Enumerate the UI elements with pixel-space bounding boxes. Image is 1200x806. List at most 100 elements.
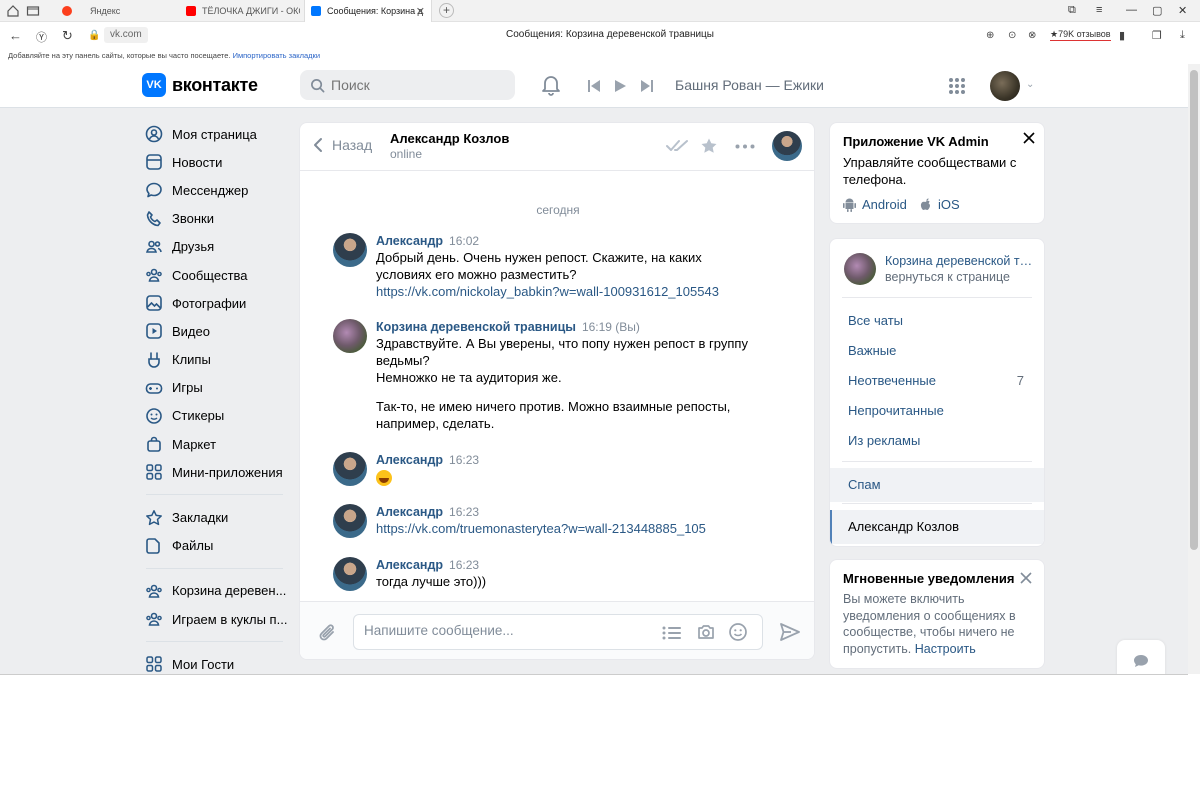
nav-calls[interactable]: Звонки [140, 205, 290, 233]
close-icon[interactable]: ✕ [416, 5, 425, 18]
message-author[interactable]: Александр [376, 505, 443, 519]
nav-files[interactable]: Файлы [140, 532, 290, 560]
vk-logo[interactable]: VK вконтакте [142, 73, 258, 97]
emoji-picker-icon[interactable] [728, 622, 748, 642]
filter-all-chats[interactable]: Все чаты [848, 313, 903, 328]
scrollbar-thumb[interactable] [1190, 70, 1198, 550]
previous-track-icon[interactable] [587, 79, 601, 93]
message-avatar[interactable] [333, 233, 367, 267]
filter-unread[interactable]: Непрочитанные [848, 403, 944, 418]
nav-video[interactable]: Видео [140, 317, 290, 345]
open-chats-button[interactable] [1117, 640, 1165, 674]
nav-clips[interactable]: Клипы [140, 346, 290, 374]
message-avatar[interactable] [333, 452, 367, 486]
nav-friends[interactable]: Друзья [140, 233, 290, 261]
message-avatar[interactable] [333, 557, 367, 591]
search-page-icon[interactable]: ⊙ [1008, 30, 1016, 41]
message-author[interactable]: Александр [376, 234, 443, 248]
pin-icon[interactable]: ⧉ [1068, 4, 1076, 17]
message-time[interactable]: 16:02 [449, 234, 479, 248]
android-link[interactable]: Android [843, 197, 907, 212]
user-avatar[interactable] [990, 71, 1020, 101]
send-icon[interactable] [779, 622, 801, 642]
nav-market[interactable]: Маркет [140, 430, 290, 458]
nav-bookmarks[interactable]: Закладки [140, 503, 290, 531]
star-icon[interactable] [700, 137, 718, 155]
tab-vk-messages[interactable]: Сообщения: Корзина д ✕ [304, 0, 432, 22]
nav-communities[interactable]: Сообщества [140, 261, 290, 289]
message-link[interactable]: https://vk.com/truemonasterytea?w=wall-2… [376, 520, 773, 537]
message-time[interactable]: 16:23 [449, 558, 479, 572]
message-avatar[interactable] [333, 504, 367, 538]
attach-icon[interactable] [318, 622, 338, 644]
services-grid-icon[interactable] [948, 77, 966, 95]
ios-link[interactable]: iOS [920, 197, 960, 212]
close-icon[interactable] [1020, 572, 1032, 584]
community-avatar[interactable] [844, 253, 876, 285]
import-bookmarks-link[interactable]: Импортировать закладки [233, 51, 320, 60]
nav-my-page[interactable]: Моя страница [140, 120, 290, 148]
nav-stickers[interactable]: Стикеры [140, 402, 290, 430]
play-icon[interactable] [614, 79, 627, 93]
message-author[interactable]: Александр [376, 453, 443, 467]
double-check-icon[interactable] [666, 139, 690, 153]
message-composer[interactable] [353, 614, 763, 650]
search-box[interactable] [300, 70, 515, 100]
tab-yandex[interactable]: Яндекс [56, 0, 174, 22]
message-link[interactable]: https://vk.com/nickolay_babkin?w=wall-10… [376, 283, 773, 300]
back-button[interactable]: Назад [312, 137, 372, 153]
next-track-icon[interactable] [640, 79, 654, 93]
extension-icon[interactable]: ⊕ [986, 30, 994, 41]
community-name[interactable]: Корзина деревенской травницы [885, 254, 1035, 268]
nav-games[interactable]: Игры [140, 374, 290, 402]
nav-community-korzina[interactable]: Корзина деревен... [140, 577, 290, 605]
nav-messenger[interactable]: Мессенджер [140, 176, 290, 204]
bell-icon[interactable] [541, 74, 561, 96]
close-icon[interactable] [1023, 132, 1035, 144]
message-avatar[interactable] [333, 319, 367, 353]
tab-youtube[interactable]: ТЁЛОЧКА ДЖИГИ - ОКСА [180, 0, 300, 22]
template-list-icon[interactable] [662, 625, 682, 641]
nav-mini-apps[interactable]: Мини-приложения [140, 458, 290, 486]
collections-icon[interactable]: ❐ [1152, 29, 1162, 42]
bookmarks-prompt: Добавляйте на эту панель сайты, которые … [8, 51, 231, 60]
bookmark-icon[interactable]: ▮ [1119, 29, 1125, 42]
minimize-icon[interactable]: — [1126, 4, 1137, 16]
nav-my-guests[interactable]: Мои Гости [140, 650, 290, 674]
reviews-badge[interactable]: ★79K отзывов [1050, 29, 1111, 41]
message: Александр 16:23 тогда лучше это))) [333, 557, 773, 591]
filter-important[interactable]: Важные [848, 343, 896, 358]
filter-spam[interactable]: Спам [830, 468, 1044, 502]
chat-peer-name[interactable]: Александр Козлов [390, 131, 509, 146]
chevron-down-icon[interactable]: ⌄ [1026, 79, 1034, 90]
download-icon[interactable]: ⤓ [1180, 29, 1185, 42]
nav-community-dolls[interactable]: Играем в куклы п... [140, 605, 290, 633]
search-input[interactable] [331, 77, 501, 93]
message-time[interactable]: 16:23 [449, 453, 479, 467]
message-text: Здравствуйте. А Вы уверены, что попу нуж… [376, 336, 748, 351]
home-icon[interactable] [6, 4, 20, 18]
menu-icon[interactable]: ≡ [1096, 4, 1102, 16]
now-playing-track[interactable]: Башня Рован — Ежики [675, 77, 824, 93]
message-author[interactable]: Александр [376, 558, 443, 572]
new-tab-button[interactable]: + [439, 3, 454, 18]
notif-settings-link[interactable]: Настроить [915, 642, 976, 656]
message-author[interactable]: Корзина деревенской травницы [376, 320, 576, 334]
selected-chat-item[interactable]: Александр Козлов [830, 510, 1044, 544]
nav-news[interactable]: Новости [140, 148, 290, 176]
chat-peer-avatar[interactable] [772, 131, 802, 161]
message-time[interactable]: 16:23 [449, 505, 479, 519]
tabs-panel-icon[interactable] [26, 4, 40, 18]
back-to-page-link[interactable]: вернуться к странице [885, 270, 1010, 284]
message-time[interactable]: 16:19 (Вы) [582, 320, 640, 334]
maximize-icon[interactable]: ▢ [1152, 4, 1162, 17]
translate-icon[interactable]: ⊗ [1028, 30, 1036, 41]
filter-unanswered[interactable]: Неотвеченные [848, 373, 936, 388]
page-scrollbar[interactable] [1188, 64, 1200, 674]
nav-photos[interactable]: Фотографии [140, 289, 290, 317]
close-window-icon[interactable]: ✕ [1178, 4, 1187, 17]
camera-icon[interactable] [696, 622, 716, 642]
more-icon[interactable] [735, 144, 755, 149]
message-input[interactable] [364, 623, 644, 638]
filter-from-ads[interactable]: Из рекламы [848, 433, 920, 448]
